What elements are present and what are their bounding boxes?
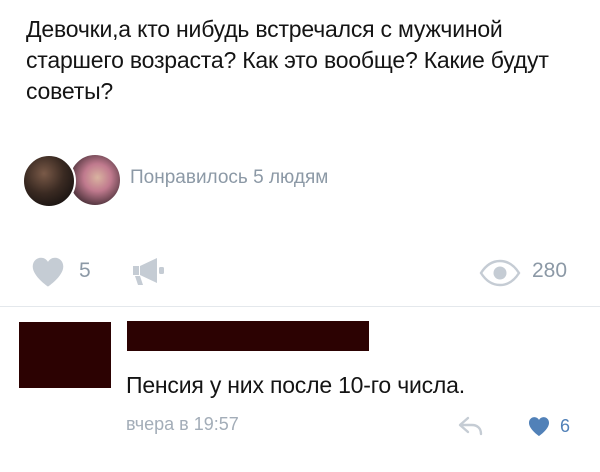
like-count: 5 <box>79 259 91 282</box>
liked-by-row[interactable]: Понравилось 5 людям <box>22 150 522 210</box>
eye-icon <box>479 259 521 287</box>
heart-icon[interactable] <box>527 416 551 437</box>
comment-date[interactable]: вчера в 19:57 <box>126 414 239 435</box>
comment-text: Пенсия у них после 10-го числа. <box>126 372 465 398</box>
views-count: 280 <box>532 259 568 282</box>
post-actions: 5 280 <box>30 253 575 293</box>
comment-author-redacted <box>127 321 369 351</box>
comment-avatar-redacted <box>19 322 111 388</box>
liker-avatar[interactable] <box>68 153 122 207</box>
liker-avatar[interactable] <box>22 154 76 208</box>
post-text: Девочки,а кто нибудь встречался с мужчин… <box>26 16 549 104</box>
megaphone-icon[interactable] <box>130 254 166 288</box>
liked-by-label[interactable]: Понравилось 5 людям <box>130 167 328 189</box>
reply-arrow-icon[interactable] <box>458 415 484 437</box>
comment-like-count: 6 <box>560 416 571 436</box>
heart-icon[interactable] <box>30 256 66 288</box>
divider <box>0 306 600 307</box>
